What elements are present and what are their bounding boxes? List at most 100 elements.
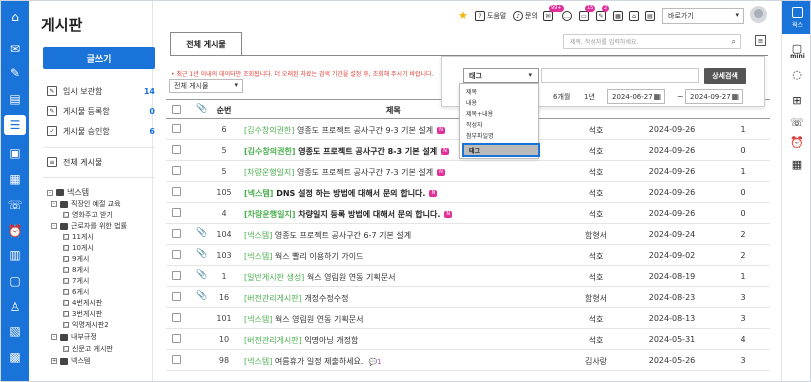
detail-search-toggle-icon[interactable]: ≡ [755,35,766,46]
sidebar-item-drafts[interactable]: ✎ 임시 보관함 14 [47,84,155,98]
board-icon[interactable]: ☰ [4,115,26,135]
calendar-icon[interactable]: ▦ [653,92,661,101]
post-title[interactable]: [넥스템] 여름휴가 일정 제출하세요. 💬1 [244,356,382,367]
row-checkbox[interactable] [172,208,181,217]
advanced-search-input[interactable] [541,68,699,83]
row-checkbox[interactable] [172,355,181,364]
tree-leaf[interactable]: □ 익명게시판2 [63,320,109,330]
tree-leaf[interactable]: □ 3번게시판 [63,309,102,319]
row-checkbox[interactable] [172,292,181,301]
row-checkbox[interactable] [172,334,181,343]
sidebar-item-registered[interactable]: ✎ 게시물 등록함 0 [47,104,155,118]
contacts-icon[interactable]: ☏ [790,115,804,129]
date-from-input[interactable]: 2024-06-27 ▦ [607,89,665,104]
option-attachment[interactable]: 첨부파일명 [461,130,537,141]
post-title[interactable]: [김수창의권한] 영종도 프로젝트 공사구간 8-3 기본 설계 N [244,146,449,157]
notes-icon[interactable]: ▥ [7,247,23,263]
option-tag[interactable]: 태그 [462,143,540,157]
post-title[interactable]: [차량운행일지] 차량일지 등록 방법에 대해서 문의 합니다. N [244,209,453,220]
report-icon[interactable]: ▤ [7,91,23,107]
post-title[interactable]: [넥스템] 웍스 영림원 연동 기획문서 [244,314,363,325]
table-row[interactable]: 📎 1 [일반게시판 생성] 웍스 영림원 연동 기획문서 석호 2024-08-19 1 [166,266,770,287]
tree-leaf[interactable]: □ 8게시 [63,265,89,275]
alarm-icon[interactable]: ⏰ [790,135,804,149]
tree-leaf[interactable]: □ 신문고 게시판 [63,344,113,354]
goto-select[interactable]: 바로가기 ▾ [662,8,744,24]
row-checkbox[interactable] [172,250,181,259]
period-1-year[interactable]: 1년 [584,92,595,102]
table-row[interactable]: 📎 104 [넥스템] 영종도 프로젝트 공사구간 6-7 기본 설계 함형서 2024… [166,224,770,245]
post-title[interactable]: [김수창의권한] 영종도 프로젝트 공사구간 9-3 기본 설계 N [244,125,445,136]
calendar-icon[interactable]: ▦ [790,157,804,171]
tree-leaf[interactable]: □ 9게시 [63,254,89,264]
home-button[interactable]: ⌂ [629,10,641,22]
post-title[interactable]: [차량운행일지] 영종도 프로젝트 공사구간 7-3 기본 설계 N [244,167,445,178]
row-checkbox[interactable] [172,166,181,175]
document-button[interactable]: ▤ [645,10,657,22]
table-row[interactable]: 📎 103 [넥스템] 웍스 빨리 이용하기 가이드 석호 2024-09-02 2 [166,245,770,266]
chat-button[interactable]: … [562,10,574,22]
table-row[interactable]: 105 [넥스템] DNS 설정 하는 방법에 대해서 문의 합니다. N 석호 202… [166,182,770,203]
tree-node[interactable]: - 내부규정 [51,332,97,342]
tree-node[interactable]: - 넥스템 [47,187,89,198]
row-checkbox[interactable] [172,271,181,280]
tree-leaf[interactable]: □ 4번게시판 [63,298,102,308]
help-button[interactable]: ? 도움말 [475,10,506,22]
contacts-icon[interactable]: ☏ [7,197,23,213]
detail-search-button[interactable]: 상세검색 [704,68,746,84]
work-icon[interactable]: ▣ [7,145,23,161]
user-icon[interactable]: ♙ [7,299,23,315]
tree-leaf[interactable]: □ 10게시 [63,243,94,253]
tree-node[interactable]: + 넥스템 [51,356,90,366]
inquiry-button[interactable]: ♪ 문의 [513,10,538,22]
row-checkbox[interactable] [172,145,181,154]
post-title[interactable]: [버전관리게시판] 익명아닝 개정함 [244,335,358,346]
table-row[interactable]: 101 [넥스템] 웍스 영림원 연동 기획문서 석호 2024-08-13 3 [166,308,770,329]
post-title[interactable]: [버전관리게시판] 개정수정수정 [244,293,348,304]
calendar-icon[interactable]: ▦ [731,92,739,101]
mail-notify-button[interactable]: ✉ 99+ [543,5,564,22]
post-title[interactable]: [일반게시판 생성] 웍스 영림원 연동 기획문서 [244,272,395,283]
option-writer[interactable]: 작성자 [461,119,537,130]
search-field-select[interactable]: 태그 ▾ [463,68,539,83]
row-checkbox[interactable] [172,313,181,322]
row-checkbox[interactable] [172,124,181,133]
tree-leaf[interactable]: □ 11게시 [63,232,94,242]
avatar[interactable] [750,6,767,23]
star-icon[interactable]: ★ [458,9,468,22]
period-6-months[interactable]: 6개월 [553,92,570,102]
tree-leaf[interactable]: □ 영화주고 받기 [63,210,113,220]
table-row[interactable]: 📎 16 [버전관리게시판] 개정수정수정 함형서 2024-08-23 3 [166,287,770,308]
sidebar-item-approval[interactable]: ✓ 게시물 승인함 6 [47,124,155,138]
tree-leaf[interactable]: □ 6게시 [63,287,89,297]
date-to-input[interactable]: 2024-09-27 ▦ [685,89,743,104]
option-content[interactable]: 내용 [461,97,537,108]
clipboard-icon[interactable]: ▩ [7,349,23,365]
note-button[interactable]: ✎ 2 [596,5,610,22]
messenger-button[interactable]: ▭ 15 [579,5,596,22]
calendar-icon[interactable]: ▦ [7,171,23,187]
organization-icon[interactable]: ⊞ [790,93,804,107]
approval-icon[interactable]: ✎ [7,65,23,81]
write-button[interactable]: 글쓰기 [43,47,155,69]
tree-node[interactable]: - 직장인 예절 교육 [51,199,121,209]
post-title[interactable]: [넥스템] 웍스 빨리 이용하기 가이드 [244,251,363,262]
option-title-content[interactable]: 제목+내용 [461,108,537,119]
select-all-checkbox[interactable] [172,105,181,114]
row-checkbox[interactable] [172,229,181,238]
chat-icon[interactable]: ◌ [790,67,804,81]
board-select[interactable]: 전체 게시물 ▾ [169,79,243,93]
option-title[interactable]: 제목 [461,86,537,97]
row-checkbox[interactable] [172,187,181,196]
calendar-button[interactable]: ▦ [613,10,625,22]
alarm-icon[interactable]: ⏰ [7,223,23,239]
table-row[interactable]: 98 [넥스템] 여름휴가 일정 제출하세요. 💬1 김사랑 2024-05-26 3 [166,350,770,371]
tab-all-posts[interactable]: 전체 게시물 [170,32,242,56]
tree-node[interactable]: - 근로자를 위한 법률 [51,221,127,231]
post-title[interactable]: [넥스템] 영종도 프로젝트 공사구간 6-7 기본 설계 [244,230,411,241]
post-title[interactable]: [넥스템] DNS 설정 하는 방법에 대해서 문의 합니다. N [244,188,438,199]
table-row[interactable]: 5 [차량운행일지] 영종도 프로젝트 공사구간 7-3 기본 설계 N 석호 2024… [166,161,770,182]
folder-icon[interactable]: ▢ [7,273,23,289]
table-row[interactable]: 10 [버전관리게시판] 익명아닝 개정함 석호 2024-05-31 4 [166,329,770,350]
works-button[interactable]: 웍스 [782,1,810,34]
